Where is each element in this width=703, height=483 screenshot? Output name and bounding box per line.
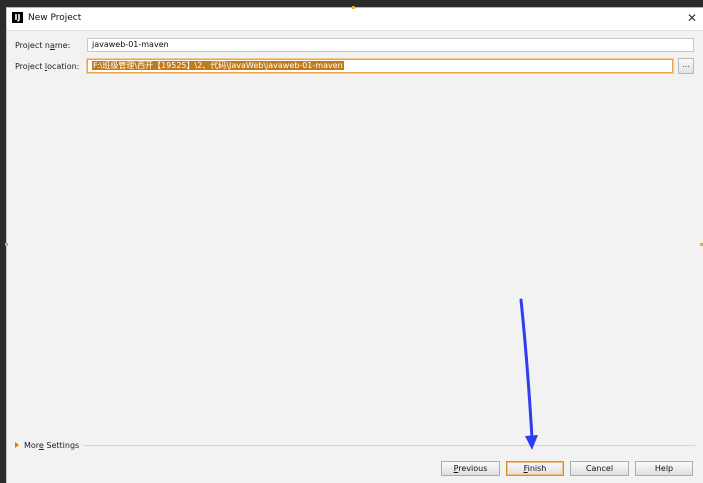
close-icon[interactable]: ✕ [687, 11, 697, 25]
blue-arrow-annotation [519, 298, 538, 450]
resize-handle-left[interactable] [5, 243, 8, 246]
selected-location-text: F:\班级管理\西开【19525】\2、代码\JavaWeb\javaweb-0… [92, 61, 344, 70]
resize-handle-top[interactable] [352, 6, 355, 9]
app-icon: IJ [12, 12, 23, 23]
project-name-row: Project name: javaweb-01-maven [7, 38, 703, 54]
more-settings-toggle[interactable]: More Settings [15, 441, 79, 450]
more-settings-label: More Settings [24, 441, 80, 450]
project-location-label: Project location: [15, 62, 80, 71]
previous-button[interactable]: Previous [441, 461, 500, 476]
project-name-label: Project name: [15, 41, 71, 50]
browse-button[interactable]: ... [678, 58, 694, 74]
triangle-right-icon [15, 442, 19, 448]
project-location-row: Project location: F:\班级管理\西开【19525】\2、代码… [7, 58, 703, 75]
settings-divider [83, 445, 695, 446]
title-bar: IJ New Project ✕ [7, 8, 703, 31]
project-location-input[interactable]: F:\班级管理\西开【19525】\2、代码\JavaWeb\javaweb-0… [87, 59, 673, 73]
dialog-title: New Project [28, 13, 82, 23]
help-button[interactable]: Help [635, 461, 693, 476]
new-project-dialog: IJ New Project ✕ Project name: javaweb-0… [6, 7, 703, 483]
cancel-button[interactable]: Cancel [570, 461, 629, 476]
finish-button[interactable]: Finish [506, 461, 564, 476]
project-name-input[interactable]: javaweb-01-maven [87, 38, 694, 52]
